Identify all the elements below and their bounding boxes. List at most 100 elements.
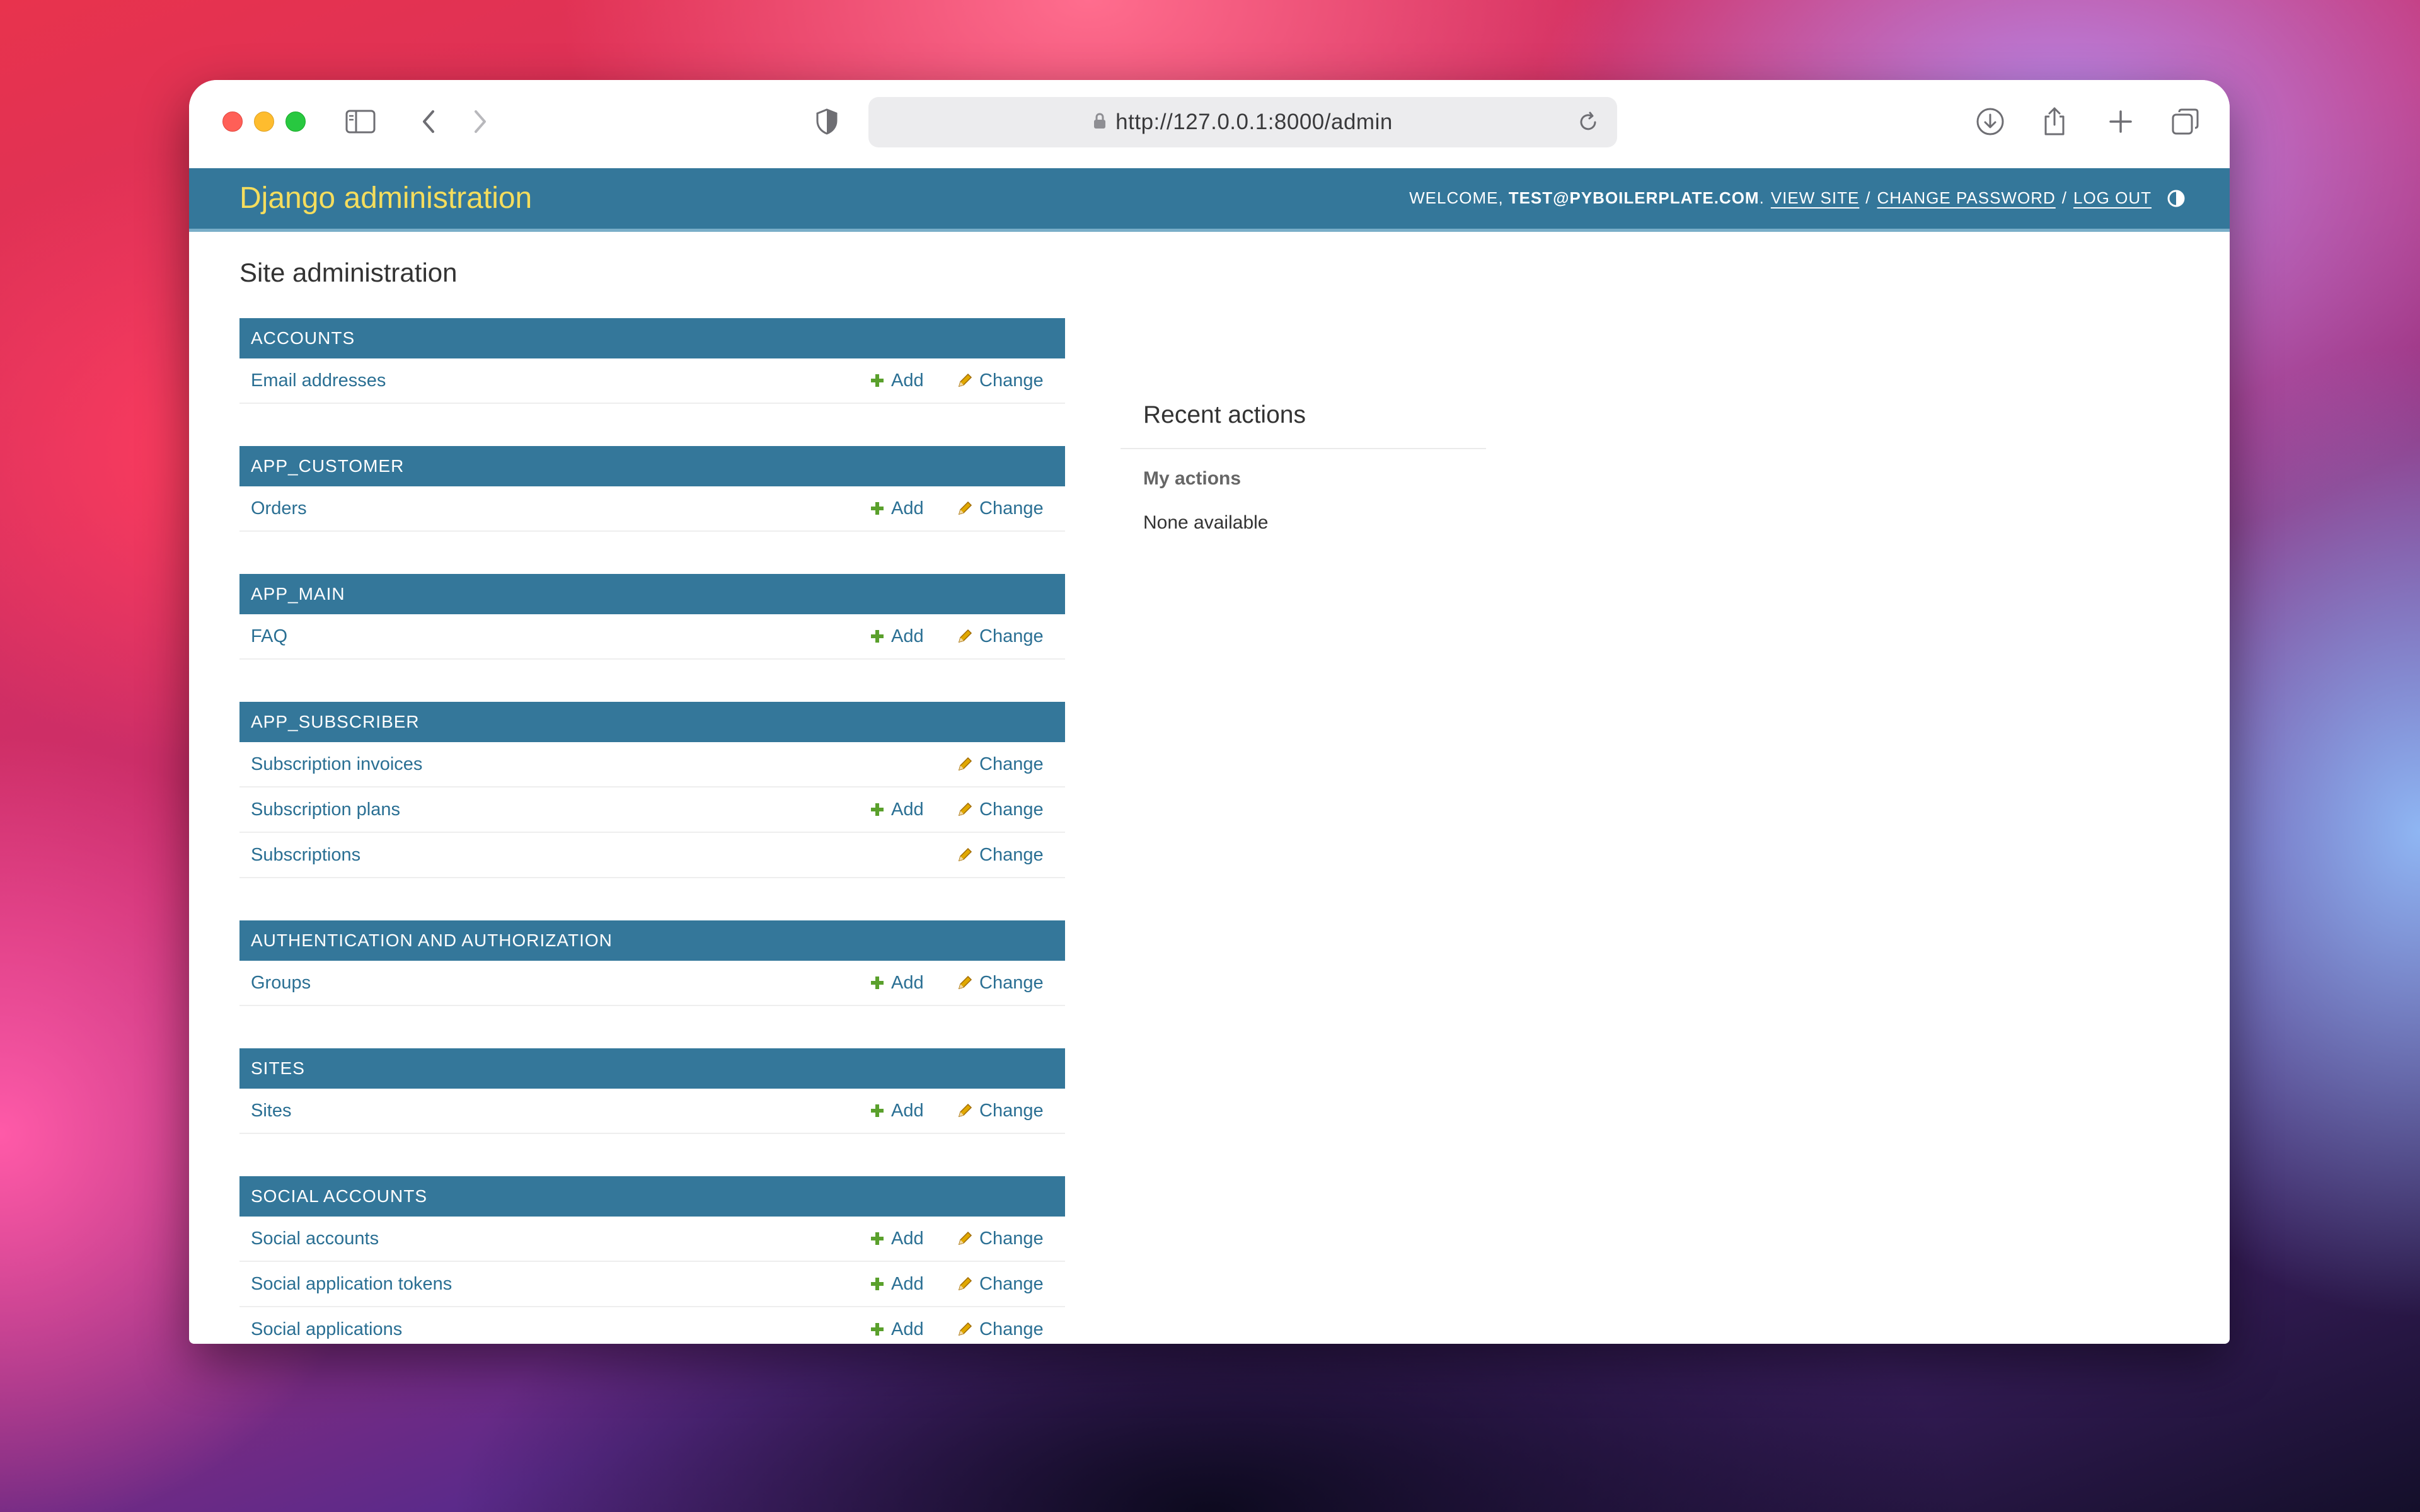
- add-link[interactable]: Add: [870, 498, 924, 519]
- module-caption[interactable]: SOCIAL ACCOUNTS: [239, 1176, 1065, 1217]
- module-caption[interactable]: APP_MAIN: [239, 574, 1065, 614]
- model-link[interactable]: Orders: [251, 498, 307, 519]
- model-link[interactable]: Social accounts: [251, 1228, 379, 1249]
- page-title: Site administration: [239, 258, 458, 287]
- add-link[interactable]: Add: [870, 370, 924, 391]
- module-caption[interactable]: SITES: [239, 1048, 1065, 1089]
- module-caption[interactable]: AUTHENTICATION AND AUTHORIZATION: [239, 920, 1065, 961]
- change-link[interactable]: Change: [957, 845, 1044, 866]
- theme-toggle-icon[interactable]: [2167, 189, 2186, 208]
- log-out-link[interactable]: LOG OUT: [2073, 188, 2152, 208]
- model-link[interactable]: Subscriptions: [251, 845, 360, 866]
- browser-window: http://127.0.0.1:8000/admin Django admin…: [189, 80, 2230, 1344]
- module-caption[interactable]: APP_SUBSCRIBER: [239, 702, 1065, 742]
- model-link[interactable]: Groups: [251, 973, 311, 994]
- add-icon: [871, 1278, 884, 1290]
- add-link[interactable]: Add: [870, 626, 924, 647]
- change-icon: [958, 1322, 972, 1336]
- change-link[interactable]: Change: [957, 1274, 1044, 1295]
- change-icon: [958, 1103, 972, 1118]
- add-link[interactable]: Add: [870, 1101, 924, 1121]
- add-icon: [871, 1104, 884, 1117]
- separator: /: [1865, 188, 1871, 207]
- add-link[interactable]: Add: [870, 1274, 924, 1295]
- add-link[interactable]: Add: [870, 1319, 924, 1340]
- change-link[interactable]: Change: [957, 1319, 1044, 1340]
- download-icon[interactable]: [1971, 103, 2009, 140]
- app-module: APP_SUBSCRIBER Subscription invoices Chang…: [239, 702, 1065, 878]
- model-link[interactable]: Social application tokens: [251, 1274, 452, 1295]
- forward-icon[interactable]: [461, 103, 499, 140]
- model-row: FAQ Add Change: [239, 614, 1065, 660]
- reload-icon[interactable]: [1572, 106, 1605, 139]
- model-link[interactable]: Social applications: [251, 1319, 402, 1340]
- add-label: Add: [891, 799, 924, 820]
- change-label: Change: [979, 799, 1044, 820]
- shield-icon[interactable]: [808, 103, 846, 140]
- model-row: Sites Add Change: [239, 1089, 1065, 1134]
- change-label: Change: [979, 1100, 1044, 1121]
- add-link[interactable]: Add: [870, 799, 924, 820]
- change-link[interactable]: Change: [957, 498, 1044, 519]
- recent-actions: Recent actions My actions None available: [1121, 401, 1486, 534]
- change-icon: [958, 757, 972, 771]
- add-icon: [871, 374, 884, 387]
- change-link[interactable]: Change: [957, 1101, 1044, 1121]
- address-bar[interactable]: http://127.0.0.1:8000/admin: [868, 97, 1617, 147]
- add-link[interactable]: Add: [870, 1228, 924, 1249]
- change-label: Change: [979, 1273, 1044, 1294]
- view-site-link[interactable]: VIEW SITE: [1771, 188, 1859, 208]
- minimize-window-button[interactable]: [254, 112, 274, 132]
- model-link[interactable]: Subscription plans: [251, 799, 400, 820]
- change-label: Change: [979, 753, 1044, 774]
- model-link[interactable]: Sites: [251, 1101, 291, 1121]
- model-row: Groups Add Change: [239, 961, 1065, 1006]
- site-branding[interactable]: Django administration: [239, 181, 532, 215]
- add-icon: [871, 1232, 884, 1245]
- model-link[interactable]: Subscription invoices: [251, 754, 422, 775]
- new-tab-icon[interactable]: [2102, 103, 2140, 140]
- lock-icon: [1093, 112, 1107, 133]
- change-link[interactable]: Change: [957, 370, 1044, 391]
- model-link[interactable]: FAQ: [251, 626, 287, 647]
- model-row: Email addresses Add Change: [239, 358, 1065, 404]
- change-label: Change: [979, 498, 1044, 518]
- add-label: Add: [891, 1100, 924, 1121]
- change-link[interactable]: Change: [957, 626, 1044, 647]
- add-icon: [871, 502, 884, 515]
- add-label: Add: [891, 1273, 924, 1294]
- change-link[interactable]: Change: [957, 973, 1044, 994]
- back-icon[interactable]: [410, 103, 447, 140]
- change-label: Change: [979, 370, 1044, 391]
- recent-actions-title: Recent actions: [1121, 401, 1486, 449]
- app-module: AUTHENTICATION AND AUTHORIZATION Groups Ad…: [239, 920, 1065, 1006]
- change-link[interactable]: Change: [957, 1228, 1044, 1249]
- change-icon: [958, 1276, 972, 1291]
- admin-header: Django administration WELCOME, TEST@PYBO…: [189, 168, 2230, 232]
- change-link[interactable]: Change: [957, 799, 1044, 820]
- add-label: Add: [891, 626, 924, 646]
- change-icon: [958, 373, 972, 387]
- zoom-window-button[interactable]: [285, 112, 306, 132]
- model-row: Subscription invoices Change: [239, 742, 1065, 788]
- close-window-button[interactable]: [222, 112, 243, 132]
- url-text: http://127.0.0.1:8000/admin: [1115, 110, 1393, 134]
- app-module: APP_CUSTOMER Orders Add Change: [239, 446, 1065, 532]
- module-caption[interactable]: ACCOUNTS: [239, 318, 1065, 358]
- add-label: Add: [891, 1319, 924, 1339]
- change-label: Change: [979, 1319, 1044, 1339]
- welcome-text: WELCOME,: [1409, 188, 1504, 207]
- change-icon: [958, 1231, 972, 1246]
- change-link[interactable]: Change: [957, 754, 1044, 775]
- sidebar-icon[interactable]: [342, 103, 379, 140]
- change-icon: [958, 975, 972, 990]
- add-icon: [871, 1323, 884, 1336]
- change-label: Change: [979, 972, 1044, 993]
- add-link[interactable]: Add: [870, 973, 924, 994]
- change-password-link[interactable]: CHANGE PASSWORD: [1877, 188, 2056, 208]
- add-icon: [871, 630, 884, 643]
- tabs-overview-icon[interactable]: [2167, 103, 2204, 140]
- module-caption[interactable]: APP_CUSTOMER: [239, 446, 1065, 486]
- share-icon[interactable]: [2036, 103, 2073, 140]
- model-link[interactable]: Email addresses: [251, 370, 386, 391]
